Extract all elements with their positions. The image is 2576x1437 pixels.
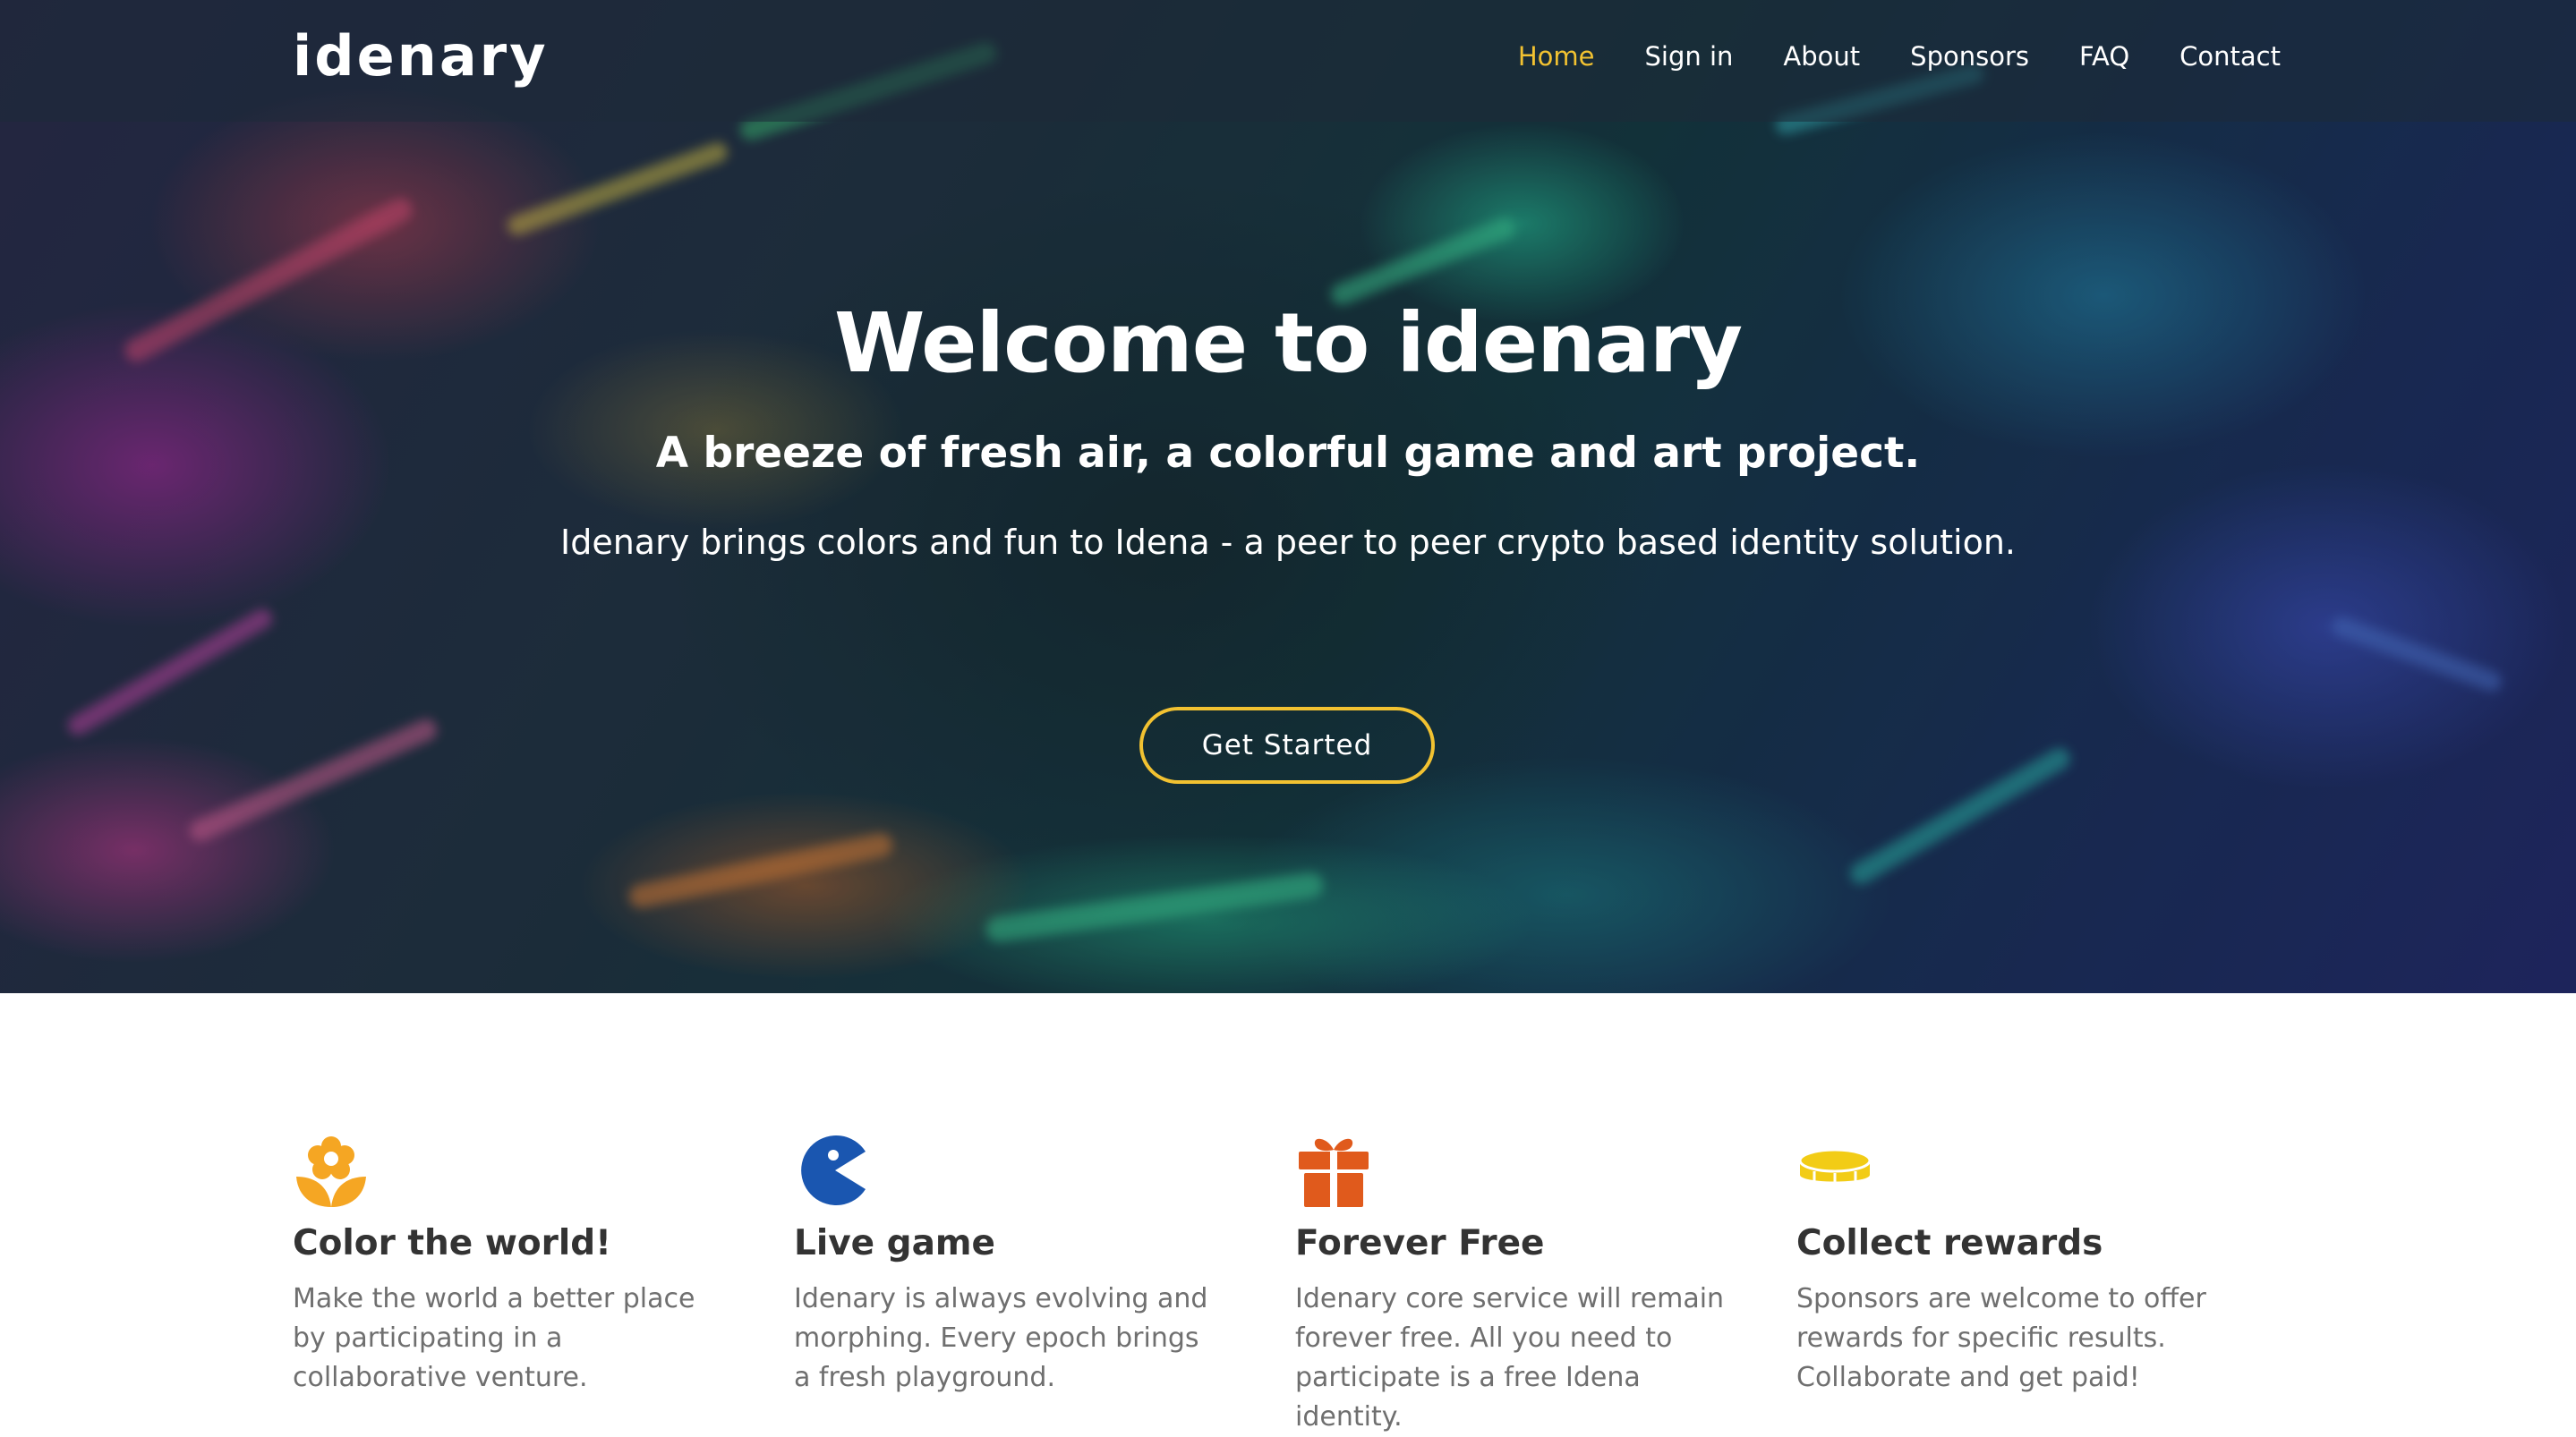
nav-item-contact[interactable]: Contact	[2179, 41, 2281, 72]
nav-item-home[interactable]: Home	[1518, 41, 1595, 72]
coins-icon	[1798, 1148, 1872, 1184]
feature-title: Forever Free	[1295, 1223, 1545, 1263]
hero-section: idenary Home Sign in About Sponsors FAQ …	[0, 0, 2576, 993]
hero-subtitle: A breeze of fresh air, a colorful game a…	[655, 429, 1921, 478]
navbar: idenary Home Sign in About Sponsors FAQ …	[0, 0, 2576, 122]
main-nav: Home Sign in About Sponsors FAQ Contact	[1518, 41, 2281, 72]
feature-card: Collect rewards Sponsors are welcome to …	[1796, 1132, 2298, 1437]
pacman-icon	[801, 1135, 866, 1205]
feature-card: Color the world! Make the world a better…	[293, 1132, 794, 1437]
gift-icon	[1299, 1138, 1369, 1207]
feature-text: Sponsors are welcome to offer rewards fo…	[1796, 1283, 2206, 1393]
flower-icon	[296, 1136, 366, 1207]
hero-title: Welcome to idenary	[833, 295, 1743, 391]
feature-text: Idenary is always evolving and morphing.…	[794, 1283, 1208, 1393]
feature-card: Live game Idenary is always evolving and…	[794, 1132, 1295, 1437]
feature-title: Collect rewards	[1796, 1223, 2103, 1263]
nav-item-sign-in[interactable]: Sign in	[1644, 41, 1733, 72]
feature-text: Make the world a better place by partici…	[293, 1283, 695, 1393]
get-started-button[interactable]: Get Started	[1139, 707, 1435, 784]
nav-item-about[interactable]: About	[1783, 41, 1860, 72]
nav-item-faq[interactable]: FAQ	[2079, 41, 2129, 72]
brand-logo[interactable]: idenary	[293, 23, 549, 89]
features-section: Color the world! Make the world a better…	[293, 1132, 2298, 1437]
nav-item-sponsors[interactable]: Sponsors	[1910, 41, 2029, 72]
feature-title: Color the world!	[293, 1223, 611, 1263]
feature-card: Forever Free Idenary core service will r…	[1295, 1132, 1796, 1437]
hero-description: Idenary brings colors and fun to Idena -…	[560, 523, 2016, 562]
feature-title: Live game	[794, 1223, 995, 1263]
hero-content: Welcome to idenary A breeze of fresh air…	[0, 295, 2576, 562]
feature-text: Idenary core service will remain forever…	[1295, 1283, 1725, 1433]
